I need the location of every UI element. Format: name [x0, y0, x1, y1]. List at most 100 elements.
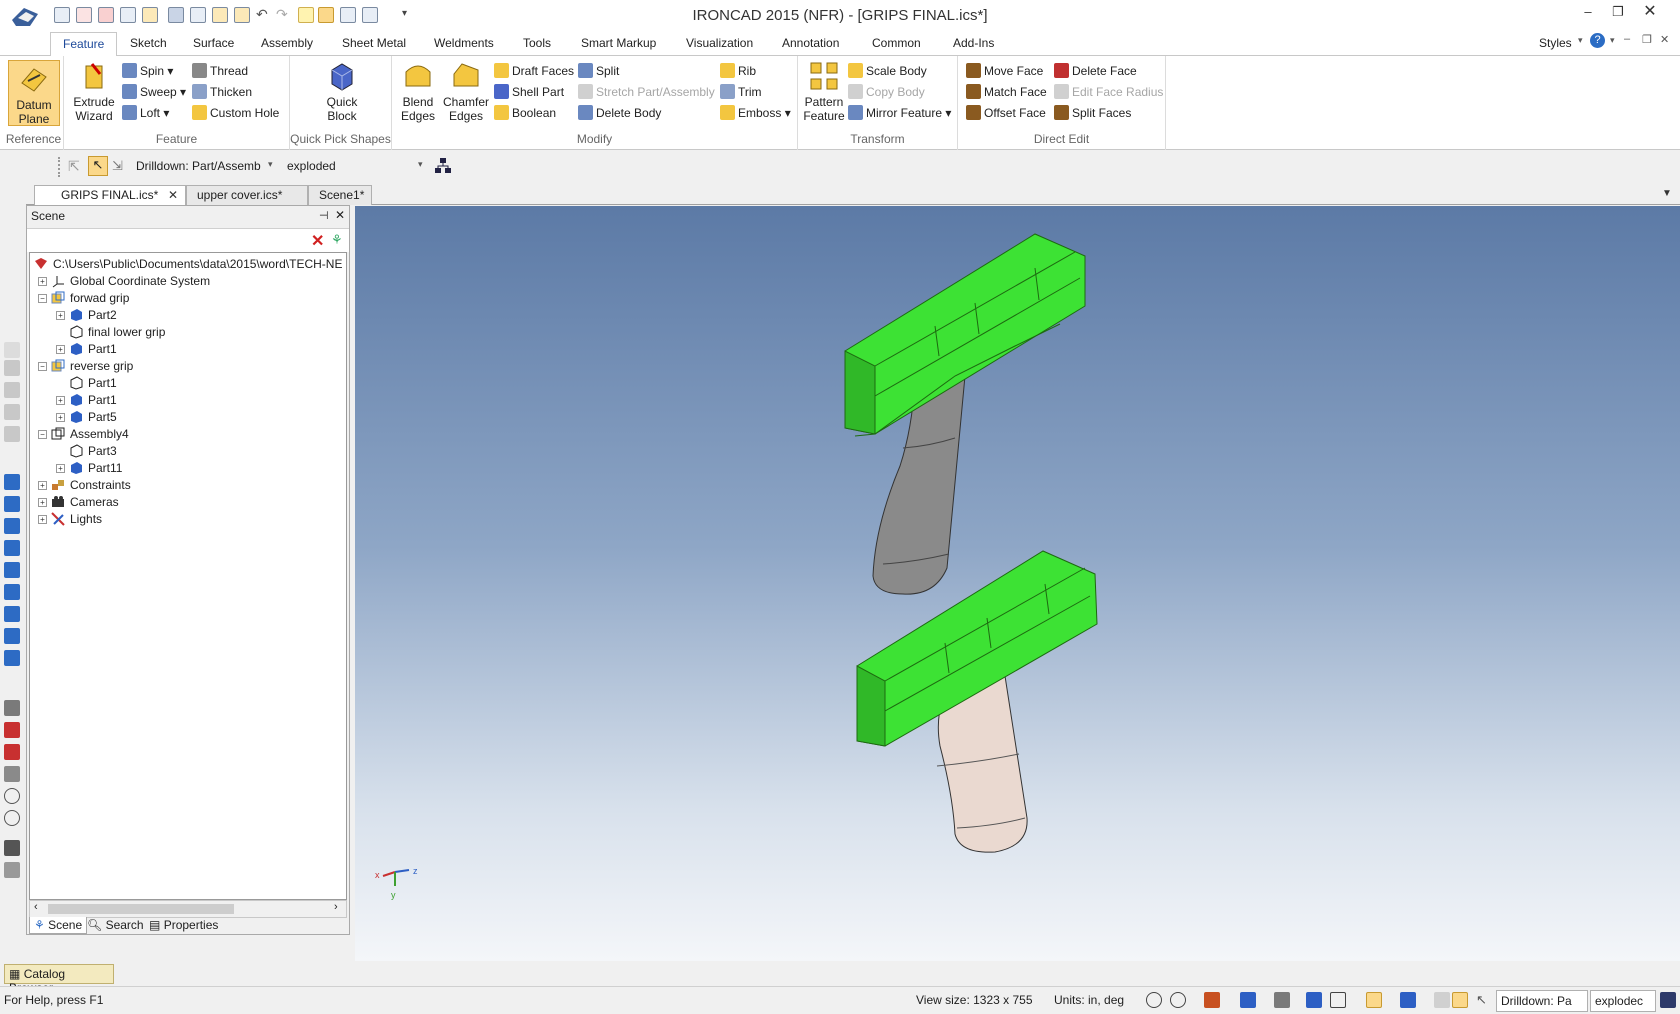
tab-weldments[interactable]: Weldments — [434, 36, 494, 50]
tree-node-part3[interactable]: Part3 — [69, 442, 117, 460]
doc-minimize-icon[interactable]: – — [1624, 33, 1630, 45]
roll-icon[interactable] — [4, 810, 20, 826]
match-face-button[interactable]: Match Face — [966, 83, 1047, 101]
camera-target-icon[interactable] — [4, 722, 20, 738]
select-cursor-icon[interactable]: ↖ — [88, 156, 108, 176]
cube-top-icon[interactable] — [4, 496, 20, 512]
cube-left-icon[interactable] — [4, 606, 20, 622]
chamfer-edges-button[interactable]: Chamfer Edges — [442, 60, 490, 123]
tabs-overflow-icon[interactable]: ▼ — [1662, 188, 1672, 199]
expand-icon[interactable]: + — [38, 498, 47, 507]
doc-tab-scene1[interactable]: Scene1* — [308, 185, 372, 205]
blend-edges-button[interactable]: Blend Edges — [396, 60, 440, 123]
expand-icon[interactable]: + — [38, 481, 47, 490]
edit-face-radius-button[interactable]: Edit Face Radius — [1054, 83, 1163, 101]
tree-node-part1-b[interactable]: Part1 — [69, 374, 117, 392]
mirror-feature-button[interactable]: Mirror Feature ▾ — [848, 104, 951, 122]
cube-right-icon[interactable] — [4, 628, 20, 644]
sweep-button[interactable]: Sweep ▾ — [122, 83, 186, 101]
minimize-button[interactable]: – — [1574, 2, 1602, 22]
camera-eye-icon[interactable] — [4, 744, 20, 760]
split-faces-button[interactable]: Split Faces — [1054, 104, 1131, 122]
tree-node-part1-a[interactable]: + Part1 — [56, 340, 117, 358]
tree-node-global-coordinate-system[interactable]: + Global Coordinate System — [38, 272, 210, 290]
tree-filter-icon[interactable]: ⚘ — [331, 232, 343, 248]
expand-icon[interactable]: + — [56, 345, 65, 354]
pattern-feature-button[interactable]: Pattern Feature — [802, 60, 846, 123]
tree-node-lights[interactable]: + Lights — [38, 510, 102, 528]
catalog-browser-button[interactable]: ▦ Catalog Browser — [4, 964, 114, 995]
zoom-fit-icon[interactable] — [1170, 992, 1186, 1008]
styles-menu[interactable]: Styles — [1539, 36, 1572, 50]
clear-filter-icon[interactable]: ✕ — [311, 231, 324, 251]
cube-side-icon[interactable] — [4, 518, 20, 534]
configuration-dropdown-icon[interactable]: ▾ — [418, 159, 423, 170]
footer-tab-scene[interactable]: ⚘ Scene — [29, 917, 88, 934]
cube-back-icon[interactable] — [4, 562, 20, 578]
drilldown-label[interactable]: Drilldown: Part/Assemb — [136, 159, 261, 173]
draft-faces-button[interactable]: Draft Faces — [494, 62, 574, 80]
tree-node-final-lower-grip[interactable]: final lower grip — [69, 323, 165, 341]
help-icon[interactable]: ? — [1590, 33, 1605, 48]
tab-assembly[interactable]: Assembly — [261, 36, 313, 50]
split-button[interactable]: Split — [578, 62, 619, 80]
cube-normal-icon[interactable] — [4, 650, 20, 666]
restore-button[interactable]: ❐ — [1604, 2, 1632, 22]
delete-face-button[interactable]: Delete Face — [1054, 62, 1137, 80]
view-2-icon[interactable] — [4, 382, 20, 398]
help-dropdown-icon[interactable]: ▾ — [1610, 35, 1615, 46]
cube-bottom-icon[interactable] — [4, 584, 20, 600]
pan-icon[interactable] — [1434, 992, 1450, 1008]
boolean-button[interactable]: Boolean — [494, 104, 556, 122]
tree-node-forwad-grip[interactable]: − forwad grip — [38, 289, 129, 307]
tab-common[interactable]: Common — [872, 36, 921, 50]
expand-icon[interactable]: + — [56, 464, 65, 473]
view-cube-icon[interactable] — [1240, 992, 1256, 1008]
tab-tools[interactable]: Tools — [523, 36, 551, 50]
view-3-icon[interactable] — [4, 404, 20, 420]
tab-visualization[interactable]: Visualization — [686, 36, 753, 50]
thread-button[interactable]: Thread — [192, 62, 248, 80]
drilldown-dropdown-icon[interactable]: ▾ — [268, 159, 273, 170]
orbit-icon[interactable] — [4, 788, 20, 804]
status-select-icon[interactable] — [1452, 992, 1468, 1008]
vtool-grip-icon[interactable] — [4, 342, 20, 358]
emboss-button[interactable]: Emboss ▾ — [720, 104, 791, 122]
collapse-icon[interactable]: − — [38, 430, 47, 439]
footer-tab-search[interactable]: 🔍︎ Search — [87, 918, 144, 932]
sketch-text-icon[interactable] — [4, 840, 20, 856]
scroll-left-icon[interactable]: ‹ — [34, 901, 38, 913]
tree-node-part11[interactable]: + Part11 — [56, 459, 122, 477]
tree-node-root[interactable]: C:\Users\Public\Documents\data\2015\word… — [34, 255, 342, 273]
doc-restore-icon[interactable]: ❐ — [1642, 33, 1652, 46]
footer-tab-properties[interactable]: ▤ Properties — [149, 918, 218, 932]
pin-icon[interactable]: ⊣ — [319, 209, 329, 222]
zoom-icon[interactable] — [1146, 992, 1162, 1008]
3d-viewport[interactable]: x z y — [355, 206, 1680, 961]
tab-smart-markup[interactable]: Smart Markup — [581, 36, 656, 50]
scale-body-button[interactable]: Scale Body — [848, 62, 927, 80]
cube-front-icon[interactable] — [4, 474, 20, 490]
tree-node-part5[interactable]: + Part5 — [56, 408, 117, 426]
copy-body-button[interactable]: Copy Body — [848, 83, 925, 101]
delete-body-button[interactable]: Delete Body — [578, 104, 661, 122]
pick-assembly-icon[interactable]: ⇱ — [68, 158, 86, 176]
display-mode-icon[interactable] — [1366, 992, 1382, 1008]
section-icon[interactable] — [1306, 992, 1322, 1008]
tree-node-part1-c[interactable]: + Part1 — [56, 391, 117, 409]
collapse-icon[interactable]: − — [38, 294, 47, 303]
collapse-icon[interactable]: − — [38, 362, 47, 371]
toolbar-grip[interactable] — [58, 157, 62, 177]
expand-icon[interactable]: + — [38, 277, 47, 286]
tree-node-reverse-grip[interactable]: − reverse grip — [38, 357, 133, 375]
shell-part-button[interactable]: Shell Part — [494, 83, 564, 101]
tab-surface[interactable]: Surface — [193, 36, 234, 50]
tree-node-assembly4[interactable]: − Assembly4 — [38, 425, 129, 443]
quick-block-button[interactable]: Quick Block — [318, 60, 366, 123]
pick-part-icon[interactable]: ⇲ — [112, 158, 130, 176]
view-4-icon[interactable] — [4, 426, 20, 442]
custom-hole-button[interactable]: Custom Hole — [192, 104, 279, 122]
extrude-wizard-button[interactable]: Extrude Wizard — [70, 60, 118, 123]
doc-tab-upper-cover[interactable]: upper cover.ics* — [186, 185, 308, 205]
status-tree-icon[interactable] — [1660, 992, 1676, 1008]
